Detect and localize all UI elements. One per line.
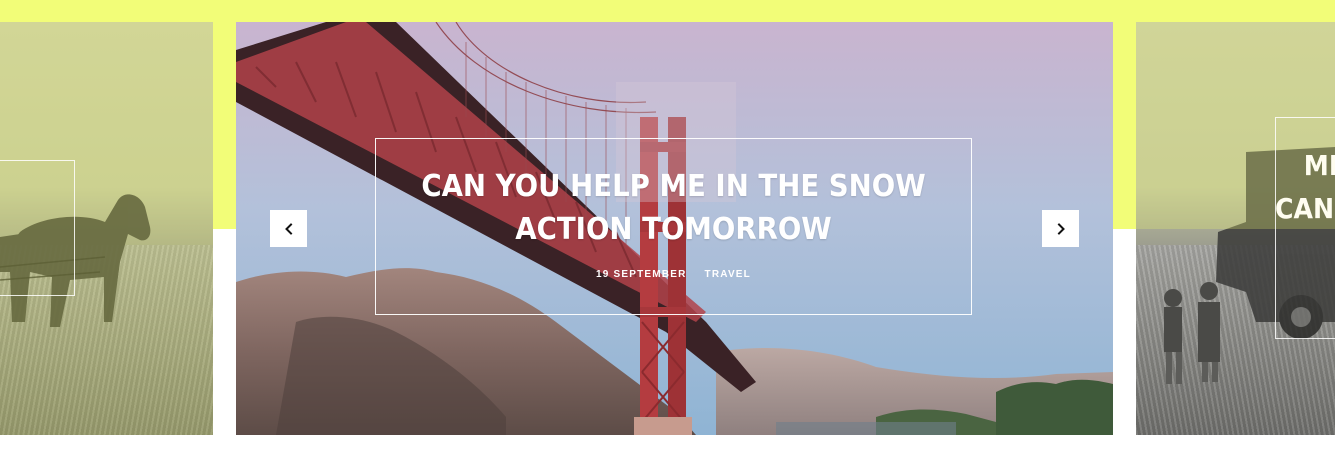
chevron-left-icon — [284, 222, 292, 235]
carousel-slide-next[interactable]: ME CAN — [1136, 22, 1335, 435]
slide-title-next-line-2: CAN — [1275, 192, 1335, 225]
carousel-slide-previous[interactable] — [0, 22, 213, 435]
slide-title-next[interactable]: ME CAN — [1275, 144, 1335, 230]
slide-title[interactable]: CAN YOU HELP ME IN THE SNOW ACTION TOMOR… — [409, 165, 938, 251]
carousel-prev-button[interactable] — [270, 210, 307, 247]
caption-frame: CAN YOU HELP ME IN THE SNOW ACTION TOMOR… — [375, 138, 972, 315]
carousel-slide-active[interactable]: CAN YOU HELP ME IN THE SNOW ACTION TOMOR… — [236, 22, 1113, 435]
slide-title-next-line-1: ME — [1303, 149, 1335, 182]
post-date: 19 SEPTEMBER — [595, 269, 687, 280]
chevron-right-icon — [1057, 222, 1065, 235]
carousel-next-button[interactable] — [1042, 210, 1079, 247]
slide-meta: 19 SEPTEMBER TRAVEL — [376, 269, 971, 280]
caption-frame-previous — [0, 160, 75, 296]
post-category-link[interactable]: TRAVEL — [705, 269, 751, 280]
featured-carousel: CAN YOU HELP ME IN THE SNOW ACTION TOMOR… — [0, 0, 1335, 464]
